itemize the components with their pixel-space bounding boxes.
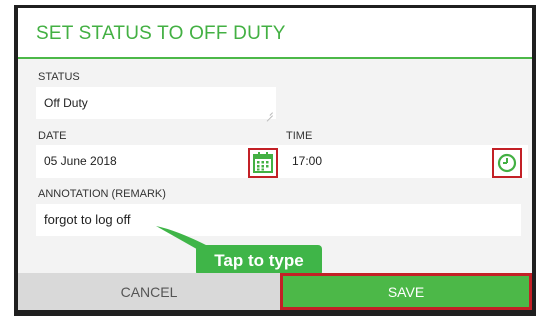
tooltip-text: Tap to type	[214, 250, 304, 270]
status-field[interactable]: Off Duty	[36, 87, 276, 119]
dialog-header: SET STATUS TO OFF DUTY	[18, 8, 532, 59]
tap-to-type-tooltip: Tap to type	[196, 245, 322, 276]
save-button-inner: SAVE	[283, 276, 529, 307]
save-button[interactable]: SAVE	[280, 273, 532, 310]
dialog-title: SET STATUS TO OFF DUTY	[36, 23, 286, 44]
date-value: 05 June 2018	[44, 154, 117, 168]
calendar-icon	[253, 152, 273, 173]
status-value: Off Duty	[44, 96, 88, 110]
time-value: 17:00	[292, 154, 323, 168]
date-label: DATE	[38, 130, 67, 142]
clock-icon	[497, 153, 517, 173]
save-label: SAVE	[387, 283, 425, 300]
time-picker-button[interactable]	[492, 148, 522, 178]
off-duty-dialog: SET STATUS TO OFF DUTY STATUS Off Duty D…	[18, 8, 532, 310]
time-label: TIME	[286, 130, 313, 142]
cancel-label: CANCEL	[120, 283, 178, 300]
status-label: STATUS	[38, 71, 80, 83]
annotation-input[interactable]: forgot to log off	[36, 204, 521, 236]
date-picker-button[interactable]	[248, 148, 278, 178]
date-field[interactable]: 05 June 2018	[36, 145, 284, 178]
resize-handle-icon	[267, 110, 273, 116]
annotation-value: forgot to log off	[44, 212, 131, 227]
annotation-label: ANNOTATION (REMARK)	[38, 188, 166, 200]
cancel-button[interactable]: CANCEL	[18, 273, 280, 310]
